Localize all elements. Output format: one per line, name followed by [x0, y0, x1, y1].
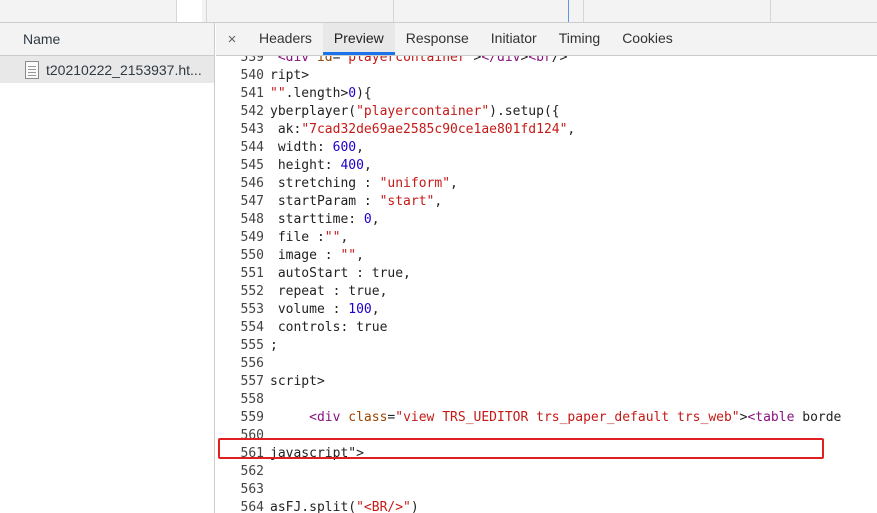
line-number: 546	[240, 176, 264, 191]
line-number: 553	[240, 302, 264, 317]
tab-initiator[interactable]: Initiator	[480, 23, 548, 55]
line-number: 555	[240, 338, 264, 353]
line-number: 564	[240, 500, 264, 513]
request-list-panel: Name t20210222_2153937.ht...	[0, 23, 215, 513]
line-text: asFJ.split("<BR/>")	[270, 500, 419, 513]
line-number: 559	[240, 410, 264, 425]
request-row[interactable]: t20210222_2153937.ht...	[0, 56, 214, 83]
timeline-marker	[568, 0, 569, 22]
timeline-divider	[770, 0, 771, 22]
line-text: <div class="view TRS_UEDITOR trs_paper_d…	[309, 410, 842, 425]
line-number: 548	[240, 212, 264, 227]
line-text: ript>	[270, 68, 310, 83]
line-text: file :"",	[270, 230, 349, 245]
line-number: 558	[240, 392, 264, 407]
line-number: 544	[240, 140, 264, 155]
tab-label: Cookies	[622, 30, 673, 46]
line-number: 545	[240, 158, 264, 173]
line-text: javascript">	[270, 446, 364, 461]
tab-label: Preview	[333, 29, 384, 46]
line-text: ak:"7cad32de69ae2585c90ce1ae801fd124",	[270, 122, 576, 137]
line-text: starttime: 0,	[270, 212, 380, 227]
tab-label: Timing	[558, 30, 601, 46]
line-text: image : "",	[270, 248, 364, 263]
line-number: 554	[240, 320, 264, 335]
timeline-overview[interactable]	[0, 0, 877, 23]
timeline-divider	[583, 0, 584, 22]
timeline-divider	[393, 0, 394, 22]
line-number: 563	[240, 482, 264, 497]
name-column-header[interactable]: Name	[0, 23, 214, 56]
timeline-divider	[176, 0, 177, 22]
request-detail-panel: × Headers Preview Response Initiator Tim…	[216, 23, 877, 513]
line-number: 560	[240, 428, 264, 443]
line-text: script>	[270, 374, 325, 389]
tab-timing[interactable]: Timing	[548, 23, 612, 55]
line-text: autoStart : true,	[270, 266, 411, 281]
line-text: height: 400,	[270, 158, 372, 173]
line-text: controls: true	[270, 320, 388, 335]
line-number: 556	[240, 356, 264, 371]
line-number: 552	[240, 284, 264, 299]
request-name: t20210222_2153937.ht...	[46, 61, 202, 78]
tab-response[interactable]: Response	[395, 23, 480, 55]
timeline-gap	[176, 0, 202, 22]
timeline-divider	[206, 0, 207, 22]
tab-label: Initiator	[490, 30, 537, 46]
tab-headers[interactable]: Headers	[248, 23, 323, 55]
preview-source-view[interactable]: 539 <div id="playercontainer"></div><br/…	[216, 56, 877, 513]
line-number: 550	[240, 248, 264, 263]
line-number: 562	[240, 464, 264, 479]
line-number: 541	[240, 86, 264, 101]
name-column-label: Name	[23, 31, 61, 47]
line-number: 561	[240, 446, 264, 461]
line-text: <div id="playercontainer"></div><br/>	[277, 56, 568, 65]
detail-tabbar: × Headers Preview Response Initiator Tim…	[216, 23, 877, 56]
line-text: startParam : "start",	[270, 194, 443, 209]
tab-preview[interactable]: Preview	[322, 23, 395, 55]
line-text: repeat : true,	[270, 284, 388, 299]
close-glyph: ×	[227, 30, 237, 48]
line-text: ;	[270, 338, 278, 353]
line-number: 539	[240, 56, 264, 65]
line-number: 557	[240, 374, 264, 389]
tab-cookies[interactable]: Cookies	[611, 23, 684, 55]
line-number: 542	[240, 104, 264, 119]
devtools-network-window: Name t20210222_2153937.ht... × Headers P…	[0, 0, 877, 513]
document-icon	[25, 60, 39, 79]
line-number: 551	[240, 266, 264, 281]
tab-label: Headers	[259, 30, 312, 46]
line-text: yberplayer("playercontainer").setup({	[270, 104, 560, 119]
line-text: volume : 100,	[270, 302, 380, 317]
line-text: stretching : "uniform",	[270, 176, 458, 191]
tab-label: Response	[405, 30, 469, 46]
line-number: 543	[240, 122, 264, 137]
line-number: 547	[240, 194, 264, 209]
line-number: 549	[240, 230, 264, 245]
line-text: width: 600,	[270, 140, 364, 155]
close-icon[interactable]: ×	[216, 23, 248, 55]
line-text: "".length>0){	[270, 86, 372, 101]
line-number: 540	[240, 68, 264, 83]
